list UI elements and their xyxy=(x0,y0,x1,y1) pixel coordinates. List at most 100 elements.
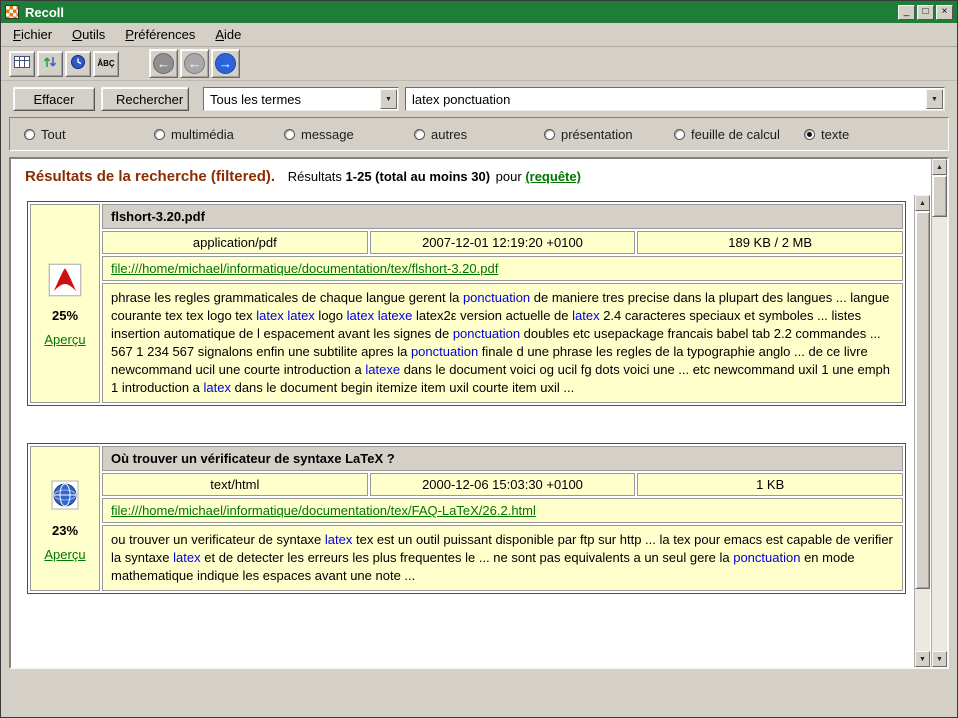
search-mode-value: Tous les termes xyxy=(204,92,379,107)
previous-circle-icon: ← xyxy=(184,53,205,74)
result-item: 25% Aperçu flshort-3.20.pdf application/… xyxy=(27,201,906,406)
sort-by-date-button[interactable] xyxy=(37,51,63,77)
table-grid-icon xyxy=(13,54,31,73)
clock-icon xyxy=(70,54,86,73)
radio-icon xyxy=(804,129,815,140)
search-button[interactable]: Rechercher xyxy=(101,87,189,111)
menu-aide[interactable]: Aide xyxy=(215,27,241,42)
menu-fichier[interactable]: Fichier xyxy=(13,27,52,42)
radio-icon xyxy=(284,129,295,140)
recoll-window: Recoll _ □ × Fichier Outils Préférences … xyxy=(0,0,958,718)
preview-link[interactable]: Aperçu xyxy=(44,547,85,562)
results-header: Résultats de la recherche (filtered). Ré… xyxy=(21,166,910,189)
menu-outils[interactable]: Outils xyxy=(72,27,105,42)
filter-radio-message[interactable]: message xyxy=(284,127,414,142)
first-page-button[interactable]: ← xyxy=(149,49,178,78)
result-sidebar: 25% Aperçu xyxy=(30,204,100,403)
scrollbar-track[interactable] xyxy=(915,211,930,651)
result-snippet: phrase les regles grammaticales de chaqu… xyxy=(102,283,903,403)
results-count-middle: pour xyxy=(496,169,522,184)
relevance-percent: 23% xyxy=(52,523,78,538)
scrollbar-track[interactable] xyxy=(932,175,947,651)
results-title: Résultats de la recherche (filtered). xyxy=(25,168,275,185)
result-url-link[interactable]: file:///home/michael/informatique/docume… xyxy=(111,503,536,518)
status-area xyxy=(1,669,957,717)
filter-radio-feuille-de-calcul[interactable]: feuille de calcul xyxy=(674,127,804,142)
search-bar: Effacer Rechercher Tous les termes ▼ ▼ xyxy=(1,81,957,115)
result-size: 189 KB / 2 MB xyxy=(637,231,903,254)
result-url-cell: file:///home/michael/informatique/docume… xyxy=(102,498,903,523)
toolbar-separator xyxy=(121,63,147,64)
maximize-button[interactable]: □ xyxy=(917,5,934,20)
result-sidebar: 23% Aperçu xyxy=(30,446,100,591)
close-button[interactable]: × xyxy=(936,5,953,20)
relevance-percent: 25% xyxy=(52,308,78,323)
result-date: 2000-12-06 15:03:30 +0100 xyxy=(370,473,636,496)
back-circle-icon: ← xyxy=(153,53,174,74)
result-title: Où trouver un vérificateur de syntaxe La… xyxy=(102,446,903,471)
result-url-link[interactable]: file:///home/michael/informatique/docume… xyxy=(111,261,498,276)
results-count-prefix: Résultats xyxy=(288,169,342,184)
previous-page-button[interactable]: ← xyxy=(180,49,209,78)
result-item: 23% Aperçu Où trouver un vérificateur de… xyxy=(27,443,906,594)
next-page-button[interactable]: → xyxy=(211,49,240,78)
term-explorer-button[interactable]: ÂBÇ xyxy=(93,51,119,77)
spellcheck-abc-icon: ÂBÇ xyxy=(97,59,114,68)
result-url-cell: file:///home/michael/informatique/docume… xyxy=(102,256,903,281)
forward-circle-icon: → xyxy=(215,53,236,74)
chevron-down-icon[interactable]: ▼ xyxy=(926,89,943,109)
result-details: flshort-3.20.pdf application/pdf 2007-12… xyxy=(102,204,903,403)
recoll-app-icon xyxy=(5,5,19,19)
filter-radio-autres[interactable]: autres xyxy=(414,127,544,142)
titlebar[interactable]: Recoll _ □ × xyxy=(1,1,957,23)
arrow-up-icon: ▲ xyxy=(936,164,943,171)
search-query-input[interactable] xyxy=(406,92,925,107)
result-meta-row: application/pdf 2007-12-01 12:19:20 +010… xyxy=(102,231,903,254)
filter-radio-texte[interactable]: texte xyxy=(804,127,934,142)
result-title: flshort-3.20.pdf xyxy=(102,204,903,229)
scroll-up-button[interactable]: ▲ xyxy=(915,195,930,211)
radio-icon xyxy=(674,129,685,140)
html-globe-icon xyxy=(46,476,84,514)
scroll-thumb[interactable] xyxy=(932,175,947,217)
filter-radio-multimedia[interactable]: multimédia xyxy=(154,127,284,142)
sort-arrows-icon xyxy=(42,54,58,73)
filter-radio-tout[interactable]: Tout xyxy=(24,127,154,142)
result-mimetype: text/html xyxy=(102,473,368,496)
pdf-file-icon xyxy=(46,261,84,299)
radio-icon xyxy=(414,129,425,140)
preview-link[interactable]: Aperçu xyxy=(44,332,85,347)
search-history-button[interactable] xyxy=(65,51,91,77)
menu-preferences[interactable]: Préférences xyxy=(125,27,195,42)
chevron-down-icon[interactable]: ▼ xyxy=(380,89,397,109)
arrow-down-icon: ▼ xyxy=(919,656,926,663)
result-size: 1 KB xyxy=(637,473,903,496)
results-vscrollbar-inner[interactable]: ▲ ▼ xyxy=(914,195,930,667)
arrow-up-icon: ▲ xyxy=(919,200,926,207)
clear-button[interactable]: Effacer xyxy=(13,87,95,111)
scroll-thumb[interactable] xyxy=(915,211,930,589)
radio-icon xyxy=(544,129,555,140)
radio-icon xyxy=(24,129,35,140)
scroll-down-button[interactable]: ▼ xyxy=(932,651,947,667)
toolbar: ÂBÇ ← ← → xyxy=(1,47,957,81)
result-date: 2007-12-01 12:19:20 +0100 xyxy=(370,231,636,254)
filetype-filter-panel: Tout multimédia message autres présentat… xyxy=(9,117,949,151)
filter-radio-presentation[interactable]: présentation xyxy=(544,127,674,142)
minimize-button[interactable]: _ xyxy=(898,5,915,20)
result-snippet: ou trouver un verificateur de syntaxe la… xyxy=(102,525,903,591)
radio-icon xyxy=(154,129,165,140)
query-details-link[interactable]: (requête) xyxy=(525,169,581,184)
results-area: Résultats de la recherche (filtered). Ré… xyxy=(9,157,949,669)
menubar: Fichier Outils Préférences Aide xyxy=(1,23,957,47)
search-mode-select[interactable]: Tous les termes ▼ xyxy=(203,87,399,111)
results-range: 1-25 (total au moins 30) xyxy=(346,169,490,184)
arrow-down-icon: ▼ xyxy=(936,656,943,663)
scroll-down-button[interactable]: ▼ xyxy=(915,651,930,667)
scroll-up-button[interactable]: ▲ xyxy=(932,159,947,175)
results-table-button[interactable] xyxy=(9,51,35,77)
search-query-combo[interactable]: ▼ xyxy=(405,87,945,111)
result-meta-row: text/html 2000-12-06 15:03:30 +0100 1 KB xyxy=(102,473,903,496)
results-vscrollbar-outer[interactable]: ▲ ▼ xyxy=(931,159,947,667)
window-title: Recoll xyxy=(25,5,64,20)
